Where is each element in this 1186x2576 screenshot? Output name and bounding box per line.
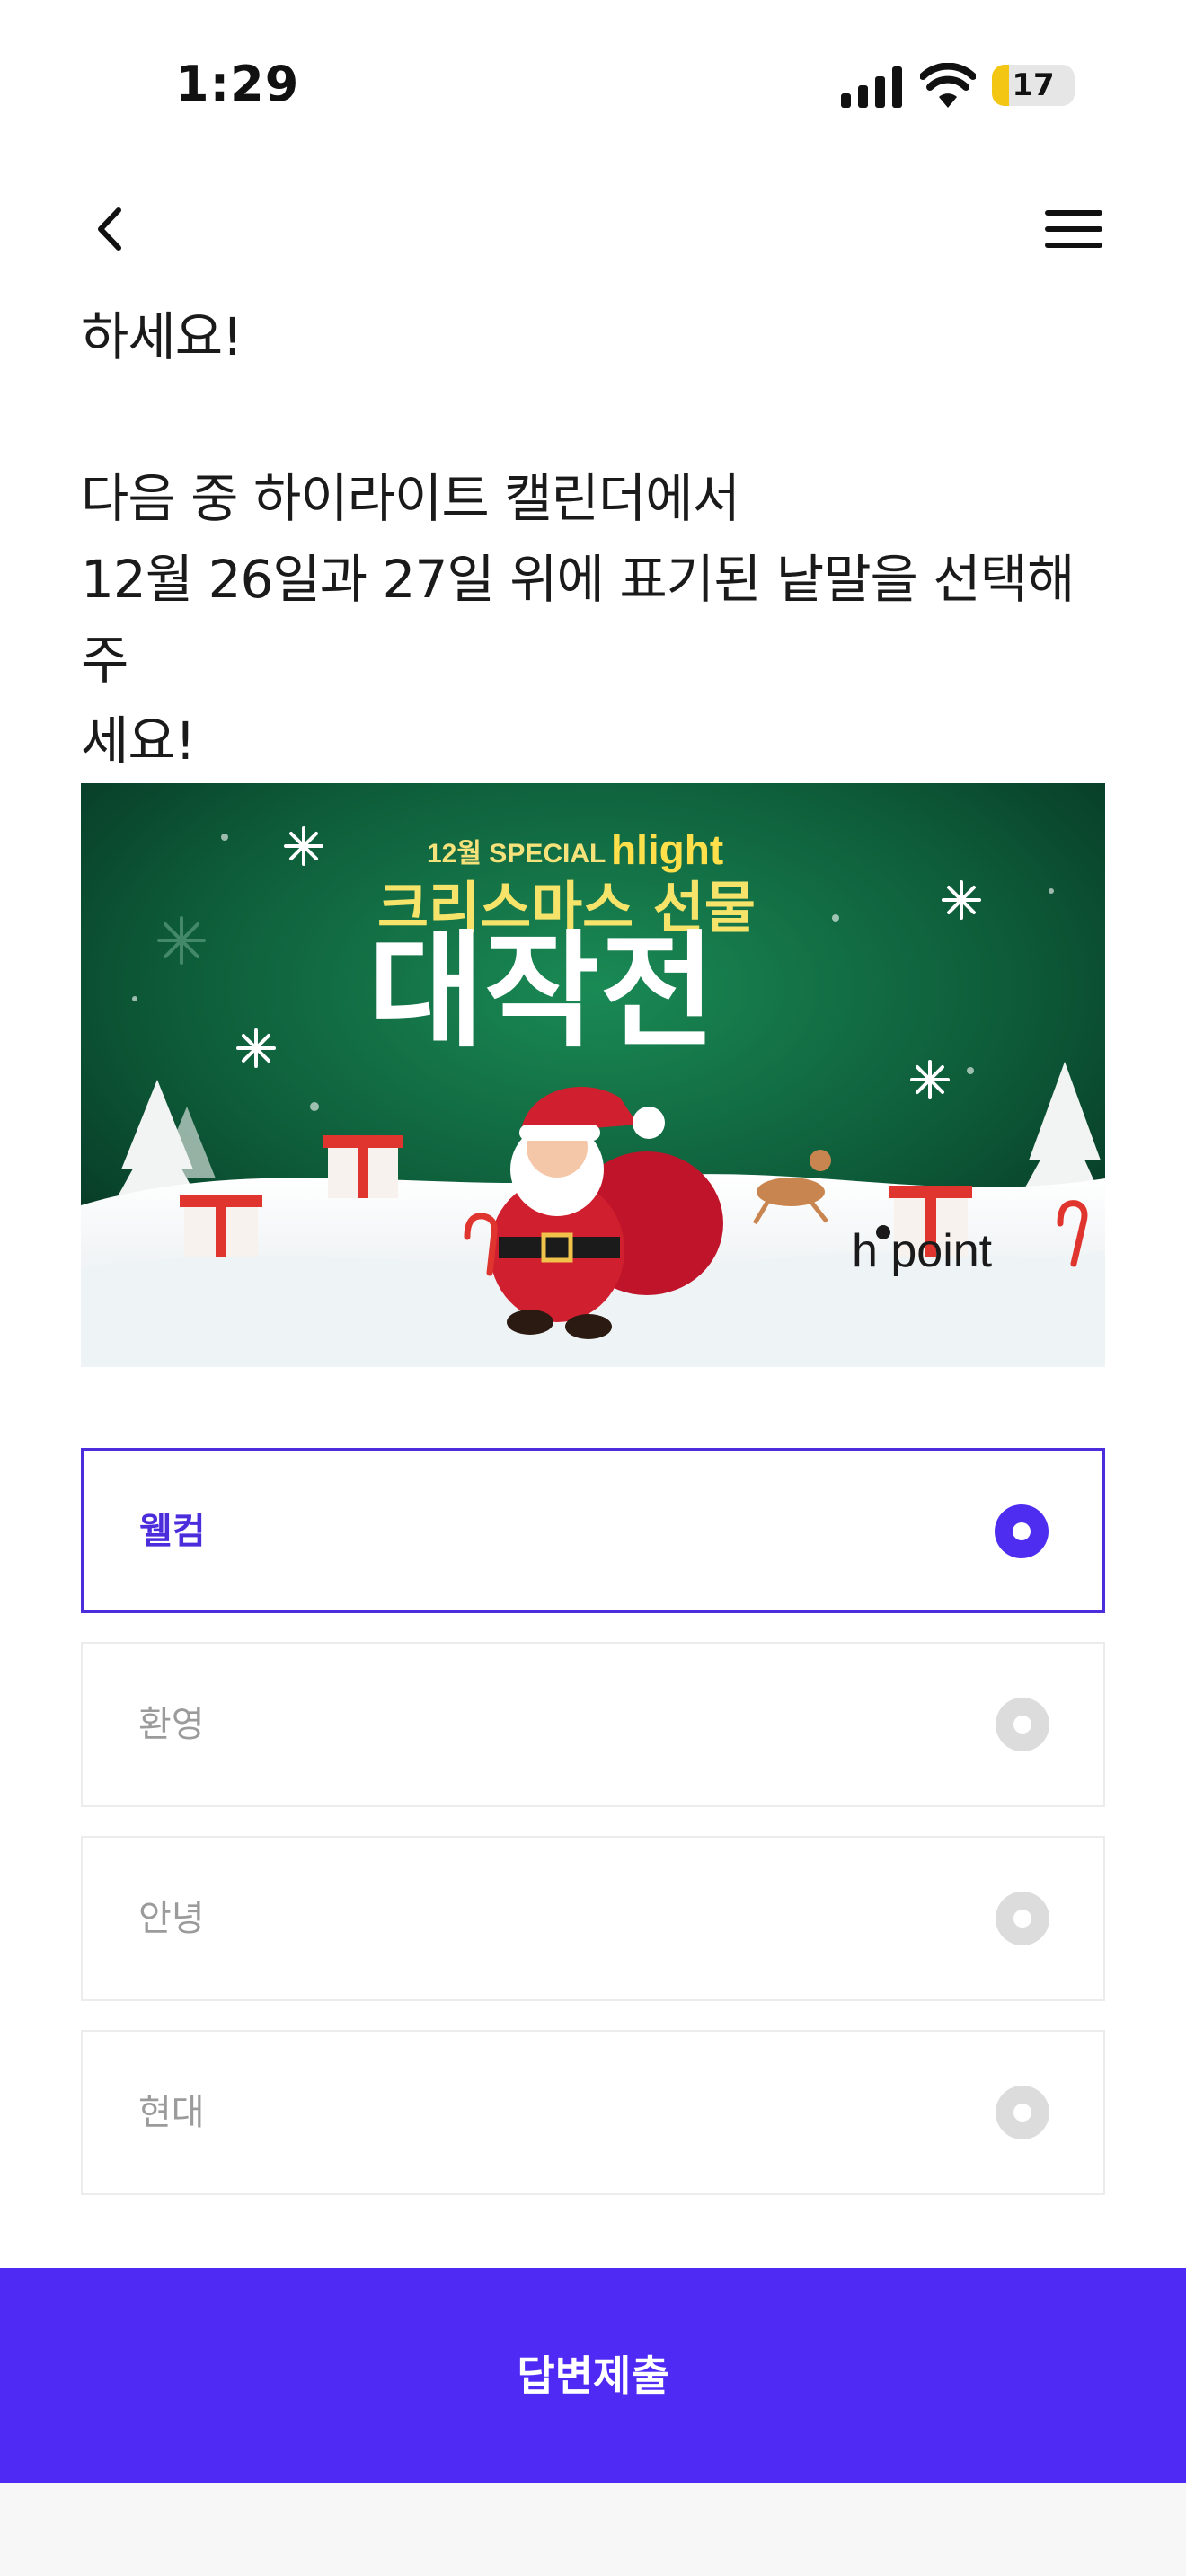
banner-top-text: 12월 SPECIAL (427, 839, 606, 869)
radio-unselected-icon (996, 1892, 1049, 1945)
back-arrow-icon[interactable] (81, 198, 144, 260)
option-label: 안녕 (138, 1898, 205, 1939)
option-label: 웰컴 (139, 1511, 206, 1552)
question-text: 하세요! 다음 중 하이라이트 캘린더에서 12월 26일과 27일 위에 표기… (81, 296, 1105, 781)
option-label: 현대 (138, 2092, 205, 2133)
top-nav (0, 180, 1186, 278)
question-line-2: 12월 26일과 27일 위에 표기된 낱말을 선택해주 (81, 549, 1075, 691)
status-time: 1:29 (175, 56, 300, 112)
radio-selected-icon (995, 1504, 1049, 1558)
option-label: 환영 (138, 1704, 205, 1745)
radio-unselected-icon (996, 1698, 1049, 1751)
battery-level: 17 (1012, 67, 1055, 103)
submit-answer-button[interactable]: 답변제출 (0, 2268, 1186, 2483)
bottom-safe-area (0, 2483, 1186, 2576)
question-line-3: 세요! (81, 710, 196, 772)
option-hwanyeong[interactable]: 환영 (81, 1642, 1105, 1807)
option-hyundai[interactable]: 현대 (81, 2030, 1105, 2195)
christmas-banner: 12월 SPECIAL hlight 크리스마스 선물 대작전 h point (81, 783, 1105, 1367)
option-welcome[interactable]: 웰컴 (81, 1448, 1105, 1613)
banner-illustration: 12월 SPECIAL hlight 크리스마스 선물 대작전 h point (81, 783, 1105, 1367)
banner-brand: hlight (611, 826, 723, 873)
hamburger-menu-icon[interactable] (1038, 198, 1110, 260)
status-bar: 1:29 17 (0, 0, 1186, 171)
h-point-logo: h point (852, 1225, 993, 1277)
wifi-icon (920, 63, 976, 108)
option-annyeong[interactable]: 안녕 (81, 1836, 1105, 2001)
question-line-top: 하세요! (81, 306, 243, 367)
battery-icon: 17 (992, 65, 1075, 106)
banner-headline-2: 대작전 (368, 919, 715, 1065)
answer-options: 웰컴 환영 안녕 현대 (81, 1448, 1105, 2224)
cellular-signal-icon (841, 66, 902, 108)
radio-unselected-icon (996, 2086, 1049, 2139)
question-line-1: 다음 중 하이라이트 캘린더에서 (81, 468, 740, 529)
